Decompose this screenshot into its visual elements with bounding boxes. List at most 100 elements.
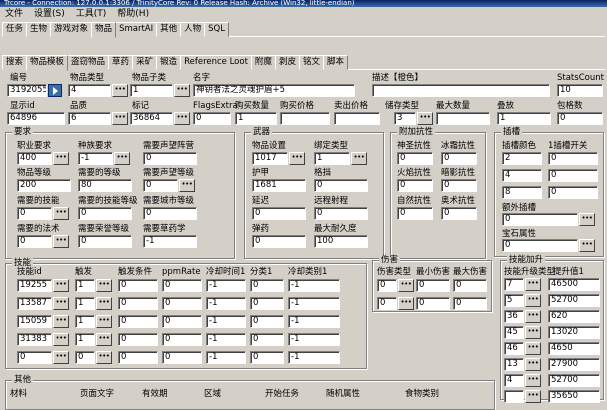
req-rep-rank-pick-button[interactable]: ••• (179, 179, 195, 192)
skill-up-type-field[interactable]: 4 (504, 374, 524, 387)
req-class-field[interactable]: 400 (17, 152, 52, 165)
spell-cell[interactable]: 0 (162, 351, 202, 364)
skill-up-pick-button[interactable]: ••• (525, 374, 541, 387)
skill-up-value-field[interactable]: 620 (548, 310, 600, 323)
damage-type-pick-button[interactable]: ••• (398, 297, 414, 310)
item-set-field[interactable]: 1017 (252, 152, 288, 165)
flags-field[interactable]: 36864 (130, 112, 173, 125)
skill-up-value-field[interactable]: 46500 (548, 278, 600, 291)
tab-herb-loot[interactable]: 草药 (108, 55, 134, 70)
range-field[interactable]: 0 (314, 207, 368, 220)
arcane-res-field[interactable]: 0 (441, 207, 477, 220)
req-race-pick-button[interactable]: ••• (114, 152, 130, 165)
req-spell-field[interactable]: 0 (17, 235, 52, 248)
skill-up-pick-button[interactable]: ••• (525, 358, 541, 371)
req-city-rank-field[interactable]: 0 (143, 207, 197, 220)
description-field[interactable] (372, 84, 550, 97)
tab-character[interactable]: 人物 (180, 22, 206, 37)
req-skill-field[interactable]: 0 (17, 207, 52, 220)
spell-pick-button[interactable]: ••• (53, 279, 69, 292)
ammo-field[interactable]: 0 (252, 235, 306, 248)
spell-cell[interactable]: 0 (118, 315, 158, 328)
damage-cell[interactable]: 0 (377, 297, 397, 310)
tab-enchant[interactable]: 附魔 (250, 55, 276, 70)
flags-extra-field[interactable]: 0 (193, 112, 231, 125)
spell-cell[interactable]: 0 (250, 297, 284, 310)
flags-pick-button[interactable]: ••• (174, 112, 190, 125)
skill-up-type-field[interactable]: 46 (504, 342, 524, 355)
spell-cell[interactable]: 0 (250, 351, 284, 364)
spell-cell[interactable]: 0 (250, 279, 284, 292)
spell-cell[interactable]: 0 (118, 279, 158, 292)
req-race-field[interactable]: -1 (78, 152, 113, 165)
spell-pick-button[interactable]: ••• (96, 315, 112, 328)
shadow-res-field[interactable]: 0 (441, 179, 477, 192)
spell-cell[interactable]: -1 (288, 279, 340, 292)
tab-pickpocket-loot[interactable]: 盗窃物品 (67, 55, 110, 70)
skill-up-pick-button[interactable]: ••• (525, 390, 541, 403)
extra-socket-field[interactable]: 0 (502, 213, 578, 226)
spell-cell[interactable]: 0 (162, 333, 202, 346)
tab-sql[interactable]: SQL (204, 22, 229, 37)
damage-type-pick-button[interactable]: ••• (398, 279, 414, 292)
spell-pick-button[interactable]: ••• (53, 315, 69, 328)
bag-slots-field[interactable]: 0 (557, 112, 603, 125)
spell-cell[interactable]: 0 (118, 333, 158, 346)
skill-up-type-field[interactable]: 45 (504, 326, 524, 339)
stats-count-field[interactable]: 10 (557, 84, 603, 97)
skill-up-value-field[interactable]: 13020 (548, 326, 600, 339)
spell-cell[interactable]: 0 (118, 297, 158, 310)
spell-cell[interactable]: 0 (17, 351, 52, 364)
spell-cell[interactable]: 1 (75, 279, 95, 292)
skill-up-value-field[interactable]: 52700 (548, 374, 600, 387)
spell-cell[interactable]: 0 (162, 279, 202, 292)
menu-file[interactable]: 文件 (5, 9, 23, 19)
frost-res-field[interactable]: 0 (441, 152, 477, 165)
socket-switch-3-field[interactable]: 0 (548, 186, 598, 199)
skill-up-pick-button[interactable]: ••• (525, 310, 541, 323)
spell-cell[interactable]: 1 (75, 297, 95, 310)
skill-up-type-field[interactable]: 7 (504, 278, 524, 291)
spell-pick-button[interactable]: ••• (53, 297, 69, 310)
armor-field[interactable]: 1681 (252, 179, 306, 192)
spell-cell[interactable]: 0 (162, 297, 202, 310)
gem-property-pick-button[interactable]: ••• (579, 239, 595, 252)
sell-price-field[interactable] (334, 112, 380, 125)
tab-inscription[interactable]: 铭文 (298, 55, 324, 70)
spell-pick-button[interactable]: ••• (96, 279, 112, 292)
req-spell-pick-button[interactable]: ••• (53, 235, 69, 248)
delay-field[interactable]: 0 (252, 207, 306, 220)
name-field[interactable]: 神钥者法之灵魂护眉+5 (193, 84, 355, 97)
bind-type-pick-button[interactable]: ••• (351, 152, 367, 165)
skill-up-value-field[interactable]: 4650 (548, 342, 600, 355)
req-level-field[interactable]: 80 (78, 179, 132, 192)
spell-cell[interactable]: -1 (288, 315, 340, 328)
tab-script[interactable]: 脚本 (322, 55, 348, 70)
spell-cell[interactable]: 15059 (17, 315, 52, 328)
spell-cell[interactable]: -1 (206, 279, 246, 292)
skill-up-value-field[interactable]: 27900 (548, 358, 600, 371)
skill-up-type-field[interactable] (504, 390, 524, 403)
spell-cell[interactable]: 1 (75, 333, 95, 346)
damage-cell[interactable]: 0 (416, 279, 450, 292)
go-button[interactable] (48, 84, 62, 97)
skill-up-pick-button[interactable]: ••• (525, 342, 541, 355)
holy-res-field[interactable]: 0 (397, 152, 433, 165)
inventory-type-pick-button[interactable]: ••• (417, 112, 433, 125)
fire-res-field[interactable]: 0 (397, 179, 433, 192)
socket-switch-1-field[interactable]: 0 (548, 152, 598, 165)
spell-cell[interactable]: -1 (288, 351, 340, 364)
req-rep-rank-field[interactable]: 0 (143, 179, 178, 192)
skill-up-pick-button[interactable]: ••• (525, 326, 541, 339)
req-herbalism-field[interactable]: -1 (143, 235, 197, 248)
subclass-pick-button[interactable]: ••• (174, 84, 190, 97)
req-class-pick-button[interactable]: ••• (53, 152, 69, 165)
skill-up-pick-button[interactable]: ••• (525, 278, 541, 291)
spell-pick-button[interactable]: ••• (53, 351, 69, 364)
spell-cell[interactable]: 0 (162, 315, 202, 328)
spell-cell[interactable]: 1 (75, 315, 95, 328)
quality-pick-button[interactable]: ••• (112, 112, 128, 125)
spell-cell[interactable]: -1 (206, 333, 246, 346)
socket-color-2-field[interactable]: 4 (502, 169, 542, 182)
spell-cell[interactable]: 13587 (17, 297, 52, 310)
